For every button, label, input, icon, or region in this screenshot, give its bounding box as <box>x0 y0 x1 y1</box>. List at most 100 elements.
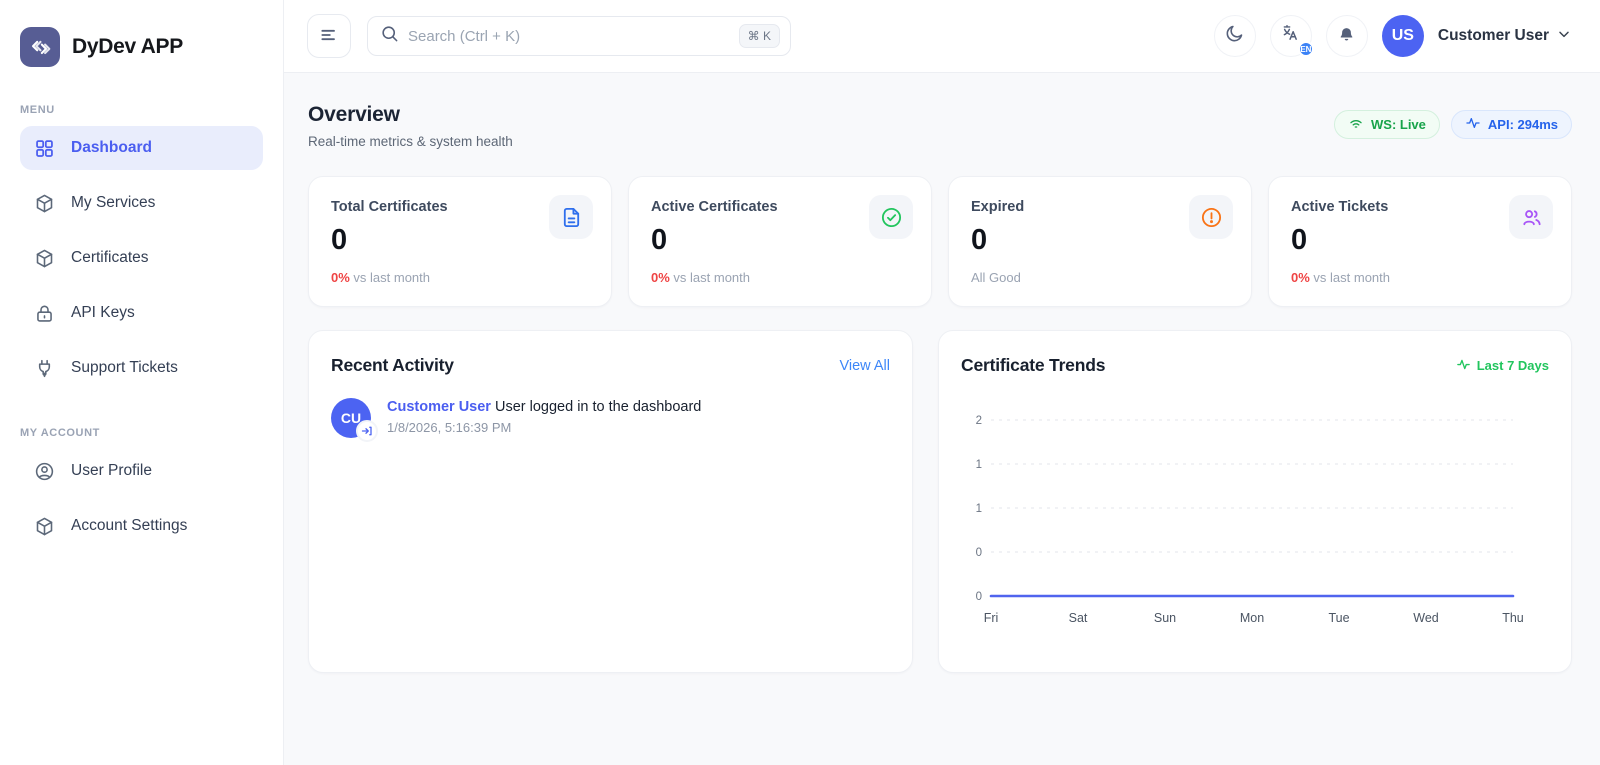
page-content: Overview Real-time metrics & system heal… <box>284 73 1600 765</box>
x-tick-label: Sun <box>1154 611 1176 625</box>
trends-title: Certificate Trends <box>961 355 1105 376</box>
search-box[interactable]: ⌘ K <box>367 16 791 56</box>
main-column: ⌘ K EN <box>284 0 1600 765</box>
range-label: Last 7 Days <box>1456 357 1549 375</box>
x-tick-label: Tue <box>1328 611 1349 625</box>
y-tick-label: 0 <box>976 591 982 603</box>
activity-avatar: CU <box>331 398 371 438</box>
sidebar-item-support-tickets[interactable]: Support Tickets <box>20 346 263 390</box>
pulse-icon <box>1465 115 1481 134</box>
stats-row: Total Certificates 0 0% vs last month Ac… <box>308 176 1572 307</box>
api-badge-label: API: 294ms <box>1488 117 1558 132</box>
language-badge: EN <box>1298 41 1314 57</box>
stat-note: vs last month <box>353 270 430 285</box>
dark-mode-toggle[interactable] <box>1214 15 1256 57</box>
recent-activity-title: Recent Activity <box>331 355 454 376</box>
sidebar-item-api-keys[interactable]: API Keys <box>20 291 263 335</box>
status-badges: WS: Live API: 294ms <box>1334 110 1572 139</box>
chevron-down-icon <box>1556 26 1572 47</box>
recent-activity-panel: Recent Activity View All CU <box>308 330 913 673</box>
x-tick-label: Sat <box>1069 611 1088 625</box>
ws-badge-label: WS: Live <box>1371 117 1426 132</box>
api-latency-badge: API: 294ms <box>1451 110 1572 139</box>
x-tick-label: Fri <box>984 611 999 625</box>
stat-delta: 0% <box>651 270 670 285</box>
notifications-button[interactable] <box>1326 15 1368 57</box>
topbar: ⌘ K EN <box>284 0 1600 73</box>
sidebar-item-certificates[interactable]: Certificates <box>20 236 263 280</box>
trend-chart: 21100FriSatSunMonTueWedThu <box>961 398 1549 647</box>
stat-card-active-certificates[interactable]: Active Certificates 0 0% vs last month <box>628 176 932 307</box>
stat-footnote: All Good <box>971 270 1229 285</box>
users-icon <box>1509 195 1553 239</box>
sidebar-item-dashboard[interactable]: Dashboard <box>20 126 263 170</box>
search-icon <box>380 24 399 48</box>
cube-icon <box>34 193 55 214</box>
sidebar-item-label: Support Tickets <box>71 359 178 377</box>
alert-circle-icon <box>1189 195 1233 239</box>
app-logo[interactable]: DyDev APP <box>20 0 263 67</box>
sidebar-item-label: My Services <box>71 194 155 212</box>
menu-icon <box>319 25 339 48</box>
y-tick-label: 0 <box>976 547 982 559</box>
bell-icon <box>1336 23 1357 49</box>
moon-icon <box>1224 23 1245 49</box>
user-name: Customer User <box>1438 27 1549 45</box>
sidebar: DyDev APP MENU Dashboard My Services <box>0 0 284 765</box>
sidebar-item-label: User Profile <box>71 462 152 480</box>
user-avatar[interactable]: US <box>1382 15 1424 57</box>
stat-card-total-certificates[interactable]: Total Certificates 0 0% vs last month <box>308 176 612 307</box>
lock-icon <box>34 303 55 324</box>
stat-footnote: 0% vs last month <box>1291 270 1549 285</box>
language-switcher[interactable]: EN <box>1270 15 1312 57</box>
activity-timestamp: 1/8/2026, 5:16:39 PM <box>387 420 701 435</box>
activity-text: Customer User User logged in to the dash… <box>387 399 701 415</box>
app-root: DyDev APP MENU Dashboard My Services <box>0 0 1600 765</box>
websocket-status-badge: WS: Live <box>1334 110 1440 139</box>
login-arrow-icon <box>356 420 378 442</box>
cube-icon <box>34 248 55 269</box>
sidebar-item-label: API Keys <box>71 304 135 322</box>
sidebar-section-menu: MENU <box>20 104 263 116</box>
sidebar-toggle-button[interactable] <box>307 14 351 58</box>
stat-note: vs last month <box>673 270 750 285</box>
topbar-actions: EN US Customer User <box>1214 15 1572 57</box>
page-header: Overview Real-time metrics & system heal… <box>308 103 1572 149</box>
activity-list-item[interactable]: CU Customer User User logged in to the d… <box>331 398 890 438</box>
sidebar-item-label: Certificates <box>71 249 149 267</box>
activity-user: Customer User <box>387 399 491 415</box>
sidebar-item-account-settings[interactable]: Account Settings <box>20 504 263 548</box>
y-tick-label: 1 <box>976 503 982 515</box>
stat-card-expired[interactable]: Expired 0 All Good <box>948 176 1252 307</box>
search-input[interactable] <box>408 28 730 45</box>
page-subtitle: Real-time metrics & system health <box>308 134 513 149</box>
x-tick-label: Wed <box>1413 611 1439 625</box>
stat-delta: 0% <box>1291 270 1310 285</box>
sidebar-item-user-profile[interactable]: User Profile <box>20 449 263 493</box>
logo-chevrons-icon <box>20 27 60 67</box>
panels-row: Recent Activity View All CU <box>308 330 1572 673</box>
y-tick-label: 2 <box>976 415 982 427</box>
stat-footnote: 0% vs last month <box>651 270 909 285</box>
plug-icon <box>34 358 55 379</box>
activity-action: User logged in to the dashboard <box>495 399 701 415</box>
page-title: Overview <box>308 103 513 127</box>
cube-icon <box>34 516 55 537</box>
x-tick-label: Mon <box>1240 611 1264 625</box>
user-circle-icon <box>34 461 55 482</box>
wifi-icon <box>1348 115 1364 134</box>
pulse-icon <box>1456 357 1471 375</box>
range-label-text: Last 7 Days <box>1477 358 1549 373</box>
stat-note: vs last month <box>1313 270 1390 285</box>
stat-card-active-tickets[interactable]: Active Tickets 0 0% vs last month <box>1268 176 1572 307</box>
search-shortcut-badge: ⌘ K <box>739 24 780 48</box>
app-title: DyDev APP <box>72 35 183 59</box>
document-icon <box>549 195 593 239</box>
sidebar-section-my-account: MY ACCOUNT <box>20 427 263 439</box>
sidebar-item-label: Account Settings <box>71 517 187 535</box>
user-menu[interactable]: Customer User <box>1438 26 1572 47</box>
sidebar-item-my-services[interactable]: My Services <box>20 181 263 225</box>
certificate-trends-panel: Certificate Trends Last 7 Days 21100FriS… <box>938 330 1572 673</box>
grid-icon <box>34 138 55 159</box>
view-all-link[interactable]: View All <box>839 358 890 374</box>
